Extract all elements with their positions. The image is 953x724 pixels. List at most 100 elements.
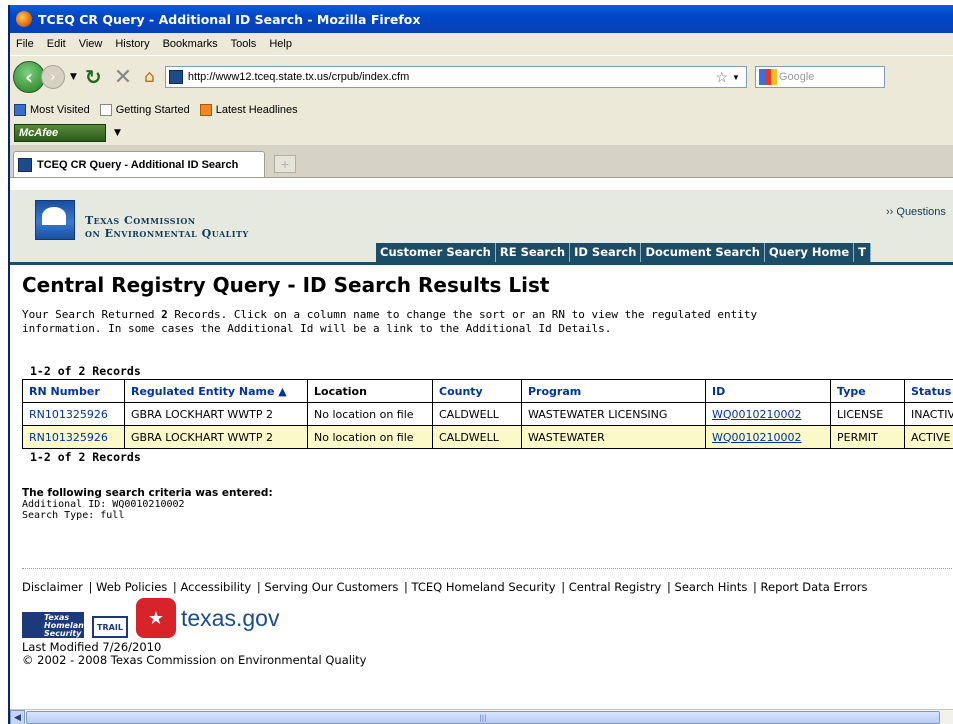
bookmark-label: Latest Headlines bbox=[215, 103, 298, 116]
column-county[interactable]: County bbox=[432, 379, 522, 403]
footer-link-search-hints[interactable]: Search Hints bbox=[675, 580, 748, 594]
org-name-line2: on Environmental Quality bbox=[85, 227, 249, 240]
search-criteria: The following search criteria was entere… bbox=[22, 487, 273, 522]
bookmark-star-icon[interactable]: ☆ bbox=[715, 69, 728, 86]
column-type[interactable]: Type bbox=[830, 379, 905, 403]
program-cell: WASTEWATER LICENSING bbox=[521, 402, 706, 426]
rn-number-link[interactable]: RN101325926 bbox=[22, 425, 125, 449]
homeland-security-logo[interactable]: Texas Homeland Security bbox=[22, 612, 90, 638]
column-id[interactable]: ID bbox=[705, 379, 831, 403]
scroll-left-icon[interactable]: ◀ bbox=[10, 710, 25, 724]
history-dropdown-icon[interactable]: ▼ bbox=[70, 72, 77, 82]
footer-link-report-errors[interactable]: Report Data Errors bbox=[761, 580, 868, 594]
column-program[interactable]: Program bbox=[521, 379, 706, 403]
stop-icon[interactable]: ✕ bbox=[114, 65, 132, 90]
nav-document-search[interactable]: Document Search bbox=[641, 243, 765, 262]
rss-icon bbox=[199, 103, 212, 116]
menu-bar: File Edit View History Bookmarks Tools H… bbox=[10, 33, 953, 55]
menu-bookmarks[interactable]: Bookmarks bbox=[163, 38, 218, 50]
footer-link-homeland-security[interactable]: TCEQ Homeland Security bbox=[412, 580, 556, 594]
page-title: Central Registry Query - ID Search Resul… bbox=[22, 273, 550, 297]
search-box[interactable]: Google bbox=[754, 66, 885, 88]
footer-link-serving-customers[interactable]: Serving Our Customers bbox=[264, 580, 398, 594]
footer-link-accessibility[interactable]: Accessibility bbox=[180, 580, 251, 594]
footer-link-disclaimer[interactable]: Disclaimer bbox=[22, 580, 83, 594]
page-modified-info: Last Modified 7/26/2010 © 2002 - 2008 Te… bbox=[22, 641, 366, 667]
additional-id-link[interactable]: WQ0010210002 bbox=[705, 425, 831, 449]
home-icon[interactable]: ⌂ bbox=[144, 67, 155, 87]
nav-re-search[interactable]: RE Search bbox=[496, 243, 571, 262]
table-header-row: RN Number Regulated Entity Name ▲ Locati… bbox=[22, 379, 953, 403]
nav-query-home[interactable]: Query Home bbox=[765, 243, 855, 262]
tceq-logo[interactable] bbox=[35, 200, 75, 240]
additional-id-link[interactable]: WQ0010210002 bbox=[705, 402, 831, 426]
url-dropdown-icon[interactable]: ▼ bbox=[732, 73, 740, 82]
tab-bar: TCEQ CR Query - Additional ID Search + bbox=[10, 145, 953, 178]
column-status[interactable]: Status bbox=[904, 379, 953, 403]
texas-gov-logo[interactable]: ★ texas.gov bbox=[136, 598, 279, 638]
column-rn-number[interactable]: RN Number bbox=[22, 379, 125, 403]
site-header: Texas Commission on Environmental Qualit… bbox=[10, 190, 953, 262]
menu-help[interactable]: Help bbox=[269, 38, 292, 50]
menu-file[interactable]: File bbox=[16, 38, 34, 50]
bookmark-most-visited[interactable]: Most Visited bbox=[14, 103, 90, 116]
navigation-toolbar: ‹ › ▼ ↻ ✕ ⌂ http://www12.tceq.state.tx.u… bbox=[10, 55, 953, 98]
bookmark-latest-headlines[interactable]: Latest Headlines bbox=[199, 103, 298, 116]
location-cell: No location on file bbox=[307, 425, 433, 449]
most-visited-icon bbox=[14, 103, 26, 116]
nav-customer-search[interactable]: Customer Search bbox=[376, 243, 496, 262]
page-icon bbox=[99, 103, 112, 116]
questions-link[interactable]: ›› Questions bbox=[886, 206, 946, 218]
org-name-line1: Texas Commission bbox=[85, 214, 196, 227]
criteria-heading: The following search criteria was entere… bbox=[22, 487, 273, 499]
url-text[interactable]: http://www12.tceq.state.tx.us/crpub/inde… bbox=[188, 71, 716, 83]
new-tab-button[interactable]: + bbox=[274, 155, 296, 173]
firefox-icon bbox=[16, 11, 32, 27]
scrollbar-thumb[interactable]: ||| bbox=[26, 711, 940, 724]
county-cell: CALDWELL bbox=[432, 402, 522, 426]
browser-window: TCEQ CR Query - Additional ID Search - M… bbox=[8, 5, 953, 724]
reload-icon[interactable]: ↻ bbox=[85, 65, 102, 89]
table-row: RN101325926 GBRA LOCKHART WWTP 2 No loca… bbox=[22, 402, 953, 426]
menu-history[interactable]: History bbox=[115, 38, 149, 50]
nav-id-search[interactable]: ID Search bbox=[570, 243, 642, 262]
type-cell: LICENSE bbox=[830, 402, 905, 426]
trail-logo[interactable]: TRAIL bbox=[92, 616, 128, 638]
results-description: Your Search Returned 2 Records. Click on… bbox=[22, 308, 782, 336]
menu-view[interactable]: View bbox=[79, 38, 103, 50]
title-bar: TCEQ CR Query - Additional ID Search - M… bbox=[10, 5, 953, 33]
texas-gov-text: texas.gov bbox=[181, 604, 280, 631]
header-divider bbox=[10, 262, 953, 265]
footer-logos: Texas Homeland Security TRAIL ★ texas.go… bbox=[22, 598, 279, 638]
bookmarks-toolbar: Most Visited Getting Started Latest Head… bbox=[10, 98, 953, 121]
menu-edit[interactable]: Edit bbox=[47, 38, 66, 50]
footer-divider bbox=[22, 568, 952, 569]
criteria-search-type: Search Type: full bbox=[22, 510, 125, 521]
bookmark-getting-started[interactable]: Getting Started bbox=[99, 103, 190, 116]
mcafee-dropdown-icon[interactable]: ▼ bbox=[114, 128, 121, 138]
tab-favicon-icon bbox=[18, 157, 32, 172]
mcafee-button[interactable]: McAfee bbox=[14, 124, 106, 142]
type-cell: PERMIT bbox=[830, 425, 905, 449]
tab-active[interactable]: TCEQ CR Query - Additional ID Search bbox=[13, 151, 265, 177]
page-content: Texas Commission on Environmental Qualit… bbox=[10, 178, 953, 709]
forward-button[interactable]: › bbox=[41, 65, 65, 89]
nav-truncated[interactable]: T bbox=[854, 243, 872, 262]
address-bar[interactable]: http://www12.tceq.state.tx.us/crpub/inde… bbox=[164, 66, 747, 88]
desc-prefix: Your Search Returned bbox=[22, 308, 162, 321]
footer-link-web-policies[interactable]: Web Policies bbox=[96, 580, 167, 594]
rn-number-link[interactable]: RN101325926 bbox=[22, 402, 125, 426]
menu-tools[interactable]: Tools bbox=[231, 38, 257, 50]
footer-link-central-registry[interactable]: Central Registry bbox=[569, 580, 662, 594]
google-icon[interactable] bbox=[758, 69, 777, 85]
program-cell: WASTEWATER bbox=[521, 425, 706, 449]
county-cell: CALDWELL bbox=[432, 425, 522, 449]
table-row: RN101325926 GBRA LOCKHART WWTP 2 No loca… bbox=[22, 425, 953, 449]
column-regulated-entity-name[interactable]: Regulated Entity Name ▲ bbox=[124, 379, 308, 403]
entity-name-cell: GBRA LOCKHART WWTP 2 bbox=[124, 425, 308, 449]
criteria-additional-id: Additional ID: WQ0010210002 bbox=[22, 499, 185, 510]
horizontal-scrollbar[interactable]: ◀ ||| bbox=[10, 709, 953, 724]
results-table: RN Number Regulated Entity Name ▲ Locati… bbox=[22, 379, 953, 449]
org-name: Texas Commission on Environmental Qualit… bbox=[85, 214, 249, 240]
entity-name-cell: GBRA LOCKHART WWTP 2 bbox=[124, 402, 308, 426]
